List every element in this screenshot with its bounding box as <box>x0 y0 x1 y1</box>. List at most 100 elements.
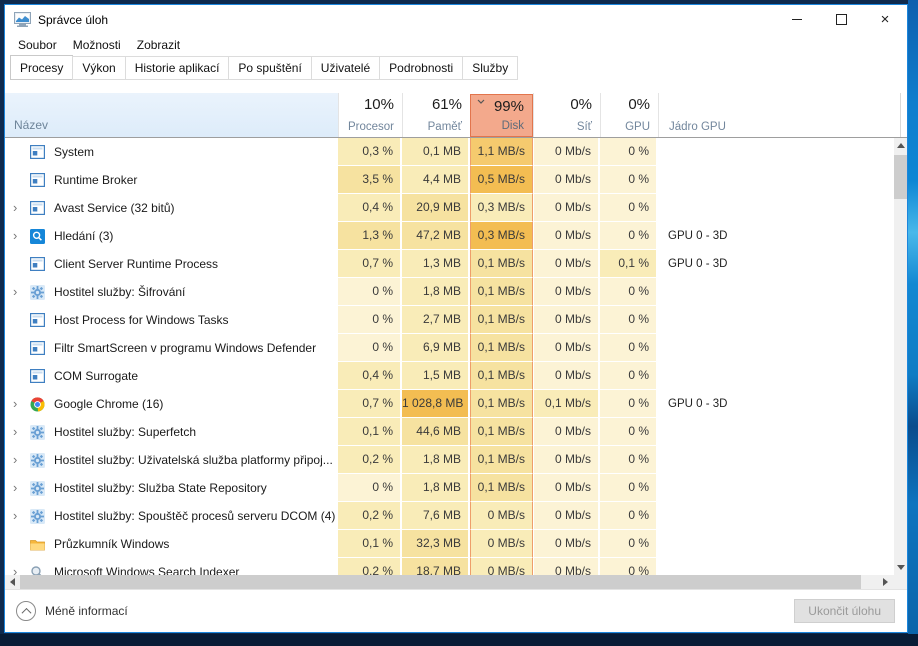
gpu-engine-cell[interactable] <box>658 138 907 166</box>
expand-chevron-icon[interactable]: › <box>13 558 29 575</box>
disk-cell[interactable]: 0,1 MB/s <box>470 418 533 446</box>
table-row[interactable]: ›Microsoft Windows Search Indexer0,2 %18… <box>5 558 907 575</box>
process-name-cell[interactable]: Runtime Broker <box>5 166 338 194</box>
mem-cell[interactable]: 1,8 MB <box>402 474 470 502</box>
menu-item-monosti[interactable]: Možnosti <box>65 36 129 54</box>
end-task-button[interactable]: Ukončit úlohu <box>794 599 895 623</box>
gpu-cell[interactable]: 0 % <box>600 222 658 250</box>
process-name-cell[interactable]: System <box>5 138 338 166</box>
table-row[interactable]: COM Surrogate0,4 %1,5 MB0,1 MB/s0 Mb/s0 … <box>5 362 907 390</box>
net-cell[interactable]: 0 Mb/s <box>533 530 600 558</box>
gpu-cell[interactable]: 0 % <box>600 474 658 502</box>
table-row[interactable]: Runtime Broker3,5 %4,4 MB0,5 MB/s0 Mb/s0… <box>5 166 907 194</box>
mem-cell[interactable]: 18,7 MB <box>402 558 470 575</box>
mem-cell[interactable]: 2,7 MB <box>402 306 470 334</box>
scroll-down-arrow[interactable] <box>894 560 907 575</box>
minimize-button[interactable] <box>775 5 819 34</box>
mem-cell[interactable]: 7,6 MB <box>402 502 470 530</box>
mem-cell[interactable]: 20,9 MB <box>402 194 470 222</box>
process-name-cell[interactable]: Host Process for Windows Tasks <box>5 306 338 334</box>
vertical-scroll-thumb[interactable] <box>894 155 907 199</box>
cpu-cell[interactable]: 0,4 % <box>338 362 402 390</box>
gpu-engine-cell[interactable]: GPU 0 - 3D <box>658 222 907 250</box>
process-name-cell[interactable]: ›Avast Service (32 bitů) <box>5 194 338 222</box>
gpu-cell[interactable]: 0 % <box>600 446 658 474</box>
cpu-cell[interactable]: 1,3 % <box>338 222 402 250</box>
cpu-cell[interactable]: 0 % <box>338 474 402 502</box>
gpu-engine-cell[interactable] <box>658 194 907 222</box>
gpu-cell[interactable]: 0 % <box>600 530 658 558</box>
cpu-cell[interactable]: 0,1 % <box>338 530 402 558</box>
net-cell[interactable]: 0 Mb/s <box>533 278 600 306</box>
cpu-cell[interactable]: 0 % <box>338 306 402 334</box>
mem-cell[interactable]: 6,9 MB <box>402 334 470 362</box>
cpu-cell[interactable]: 3,5 % <box>338 166 402 194</box>
table-row[interactable]: ›Hledání (3)1,3 %47,2 MB0,3 MB/s0 Mb/s0 … <box>5 222 907 250</box>
process-name-cell[interactable]: ›Hostitel služby: Šifrování <box>5 278 338 306</box>
mem-cell[interactable]: 1 028,8 MB <box>402 390 470 418</box>
cpu-cell[interactable]: 0,1 % <box>338 418 402 446</box>
scroll-up-arrow[interactable] <box>894 138 907 153</box>
column-header-gpu-engine[interactable]: Jádro GPU <box>658 93 901 137</box>
disk-cell[interactable]: 0,3 MB/s <box>470 194 533 222</box>
disk-cell[interactable]: 0,1 MB/s <box>470 362 533 390</box>
net-cell[interactable]: 0 Mb/s <box>533 362 600 390</box>
disk-cell[interactable]: 0,1 MB/s <box>470 390 533 418</box>
mem-cell[interactable]: 32,3 MB <box>402 530 470 558</box>
gpu-cell[interactable]: 0 % <box>600 138 658 166</box>
disk-cell[interactable]: 0 MB/s <box>470 502 533 530</box>
gpu-cell[interactable]: 0 % <box>600 166 658 194</box>
disk-cell[interactable]: 0,3 MB/s <box>470 222 533 250</box>
process-name-cell[interactable]: ›Hledání (3) <box>5 222 338 250</box>
table-row[interactable]: ›Hostitel služby: Šifrování0 %1,8 MB0,1 … <box>5 278 907 306</box>
process-name-cell[interactable]: COM Surrogate <box>5 362 338 390</box>
tab-sluzby[interactable]: Služby <box>462 56 518 80</box>
gpu-cell[interactable]: 0 % <box>600 558 658 575</box>
net-cell[interactable]: 0 Mb/s <box>533 222 600 250</box>
net-cell[interactable]: 0 Mb/s <box>533 558 600 575</box>
net-cell[interactable]: 0 Mb/s <box>533 446 600 474</box>
expand-chevron-icon[interactable]: › <box>13 194 29 222</box>
menu-item-zobrazit[interactable]: Zobrazit <box>129 36 188 54</box>
mem-cell[interactable]: 4,4 MB <box>402 166 470 194</box>
table-row[interactable]: ›Hostitel služby: Služba State Repositor… <box>5 474 907 502</box>
process-name-cell[interactable]: ›Hostitel služby: Spouštěč procesů serve… <box>5 502 338 530</box>
table-row[interactable]: ›Google Chrome (16)0,7 %1 028,8 MB0,1 MB… <box>5 390 907 418</box>
gpu-engine-cell[interactable] <box>658 502 907 530</box>
expand-chevron-icon[interactable]: › <box>13 390 29 418</box>
expand-chevron-icon[interactable]: › <box>13 222 29 250</box>
scroll-left-arrow[interactable] <box>5 575 20 589</box>
gpu-engine-cell[interactable] <box>658 530 907 558</box>
mem-cell[interactable]: 1,3 MB <box>402 250 470 278</box>
table-row[interactable]: ›Hostitel služby: Superfetch0,1 %44,6 MB… <box>5 418 907 446</box>
close-button[interactable]: × <box>863 5 907 34</box>
cpu-cell[interactable]: 0,3 % <box>338 138 402 166</box>
column-header-gpu[interactable]: 0%GPU <box>600 93 658 137</box>
cpu-cell[interactable]: 0,7 % <box>338 390 402 418</box>
process-name-cell[interactable]: ›Google Chrome (16) <box>5 390 338 418</box>
column-header-name[interactable]: Název <box>5 93 338 137</box>
vertical-scrollbar[interactable] <box>894 138 907 575</box>
net-cell[interactable]: 0 Mb/s <box>533 194 600 222</box>
disk-cell[interactable]: 0,1 MB/s <box>470 474 533 502</box>
process-name-cell[interactable]: ›Hostitel služby: Služba State Repositor… <box>5 474 338 502</box>
gpu-cell[interactable]: 0 % <box>600 418 658 446</box>
table-row[interactable]: ›Hostitel služby: Spouštěč procesů serve… <box>5 502 907 530</box>
expand-chevron-icon[interactable]: › <box>13 418 29 446</box>
gpu-engine-cell[interactable]: GPU 0 - 3D <box>658 250 907 278</box>
process-name-cell[interactable]: ›Hostitel služby: Superfetch <box>5 418 338 446</box>
mem-cell[interactable]: 1,8 MB <box>402 446 470 474</box>
disk-cell[interactable]: 0 MB/s <box>470 558 533 575</box>
disk-cell[interactable]: 0,1 MB/s <box>470 334 533 362</box>
expand-chevron-icon[interactable]: › <box>13 278 29 306</box>
gpu-cell[interactable]: 0 % <box>600 334 658 362</box>
cpu-cell[interactable]: 0,7 % <box>338 250 402 278</box>
table-row[interactable]: Client Server Runtime Process0,7 %1,3 MB… <box>5 250 907 278</box>
process-name-cell[interactable]: Client Server Runtime Process <box>5 250 338 278</box>
gpu-cell[interactable]: 0 % <box>600 362 658 390</box>
disk-cell[interactable]: 1,1 MB/s <box>470 138 533 166</box>
cpu-cell[interactable]: 0,2 % <box>338 558 402 575</box>
gpu-engine-cell[interactable] <box>658 334 907 362</box>
process-name-cell[interactable]: ›Microsoft Windows Search Indexer <box>5 558 338 575</box>
maximize-button[interactable] <box>819 5 863 34</box>
